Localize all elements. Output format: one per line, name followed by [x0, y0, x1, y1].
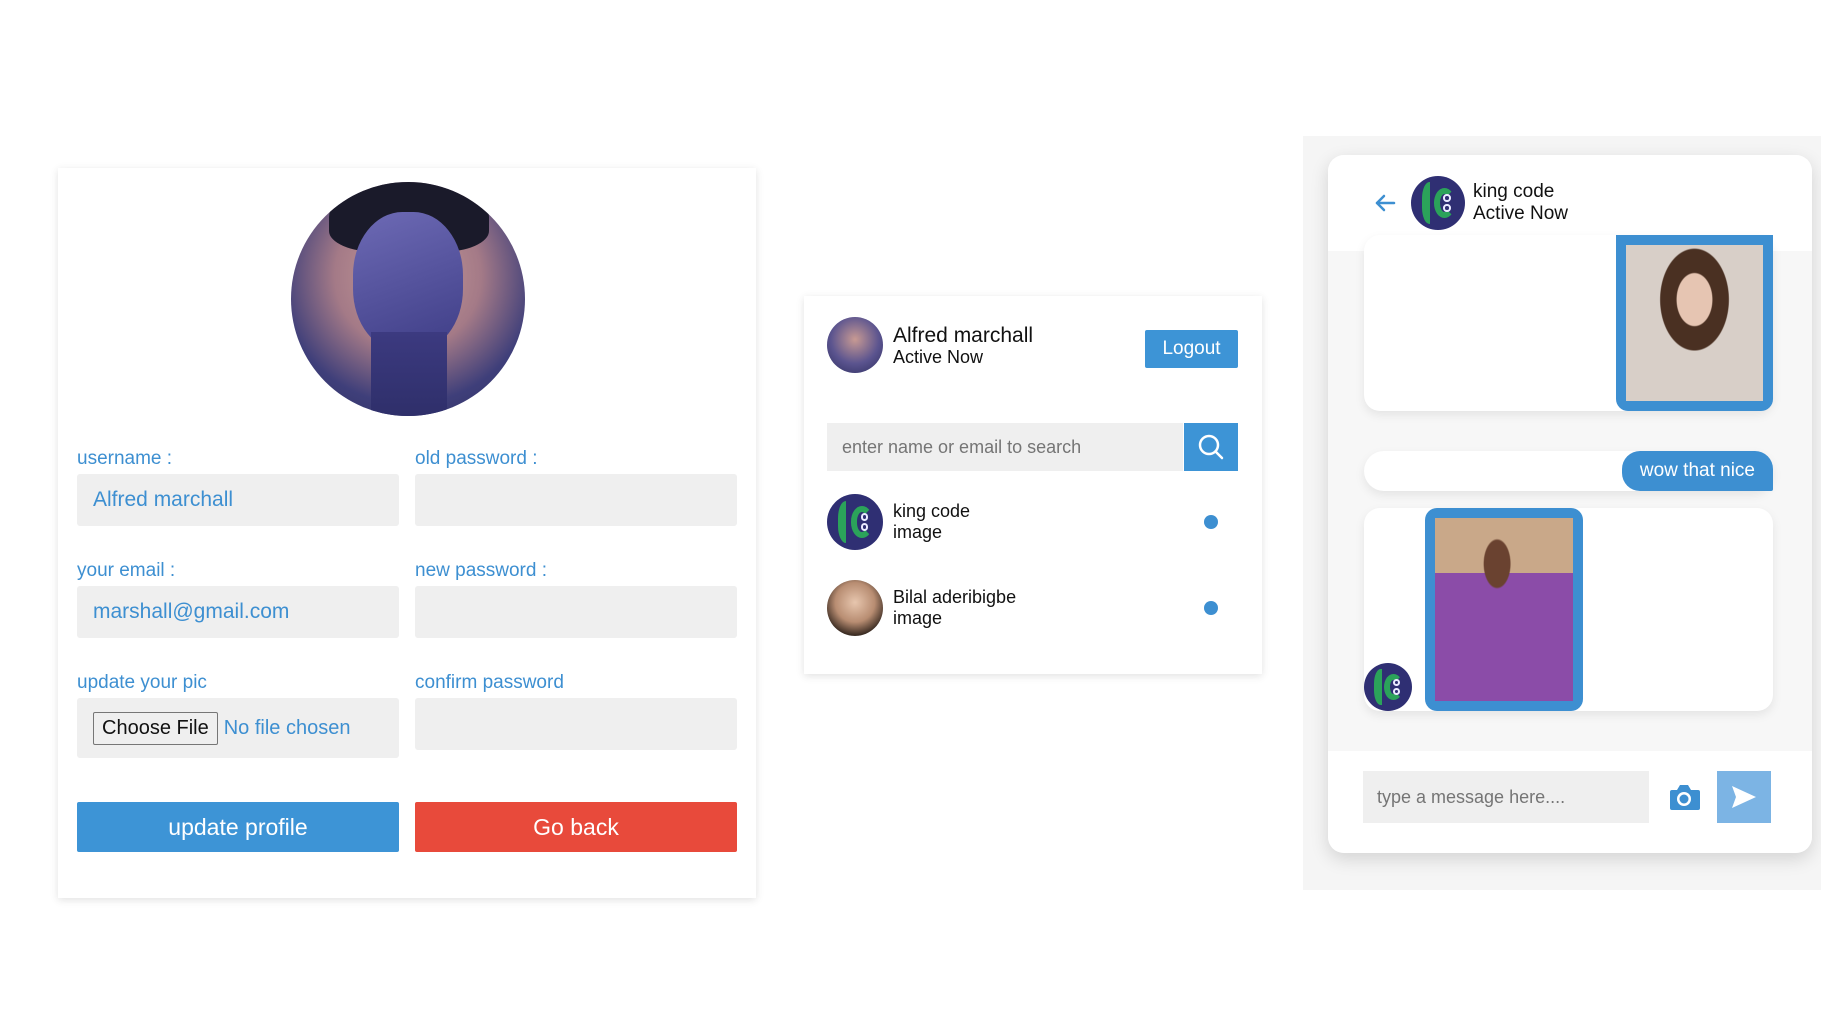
username-label: username : [77, 448, 173, 469]
chat-window: king code Active Now wow that nice [1328, 155, 1812, 853]
online-status-dot [1204, 601, 1218, 615]
old-password-label: old password : [415, 448, 538, 469]
list-item-name: Bilal aderibigbe [893, 587, 1017, 607]
new-password-input[interactable] [415, 586, 737, 638]
file-upload-field: Choose File No file chosen [77, 698, 399, 758]
chat-footer [1328, 751, 1812, 853]
chat-contact-avatar [1411, 176, 1465, 230]
no-file-text: No file chosen [223, 716, 351, 739]
confirm-password-input[interactable] [415, 698, 737, 750]
online-status-dot [1204, 515, 1218, 529]
list-item-message: image [893, 522, 943, 542]
users-list-card: Alfred marchall Active Now Logout king c… [804, 296, 1262, 674]
message-text: wow that nice [1621, 451, 1773, 491]
list-item-name: king code [893, 501, 971, 521]
profile-update-card: username : old password : your email : n… [58, 168, 756, 898]
chat-contact-name: king code [1473, 181, 1555, 202]
camera-icon[interactable] [1667, 782, 1701, 812]
update-pic-label: update your pic [77, 672, 207, 693]
bilal-avatar [827, 580, 883, 636]
current-user-avatar [827, 317, 883, 373]
search-input[interactable] [827, 423, 1183, 471]
chat-contact-status: Active Now [1473, 203, 1569, 224]
king-code-avatar [827, 494, 883, 550]
old-password-input[interactable] [415, 474, 737, 526]
profile-avatar [291, 182, 525, 416]
message-image[interactable] [1425, 508, 1583, 711]
incoming-image-message [1364, 508, 1773, 711]
message-input[interactable] [1363, 771, 1649, 823]
current-user-name: Alfred marchall [893, 324, 1034, 347]
confirm-password-label: confirm password [415, 672, 564, 693]
incoming-sender-avatar [1364, 663, 1412, 711]
outgoing-image-message [1364, 235, 1773, 411]
update-profile-button[interactable]: update profile [77, 802, 399, 852]
search-icon [1198, 434, 1224, 460]
current-user-status: Active Now [893, 347, 984, 367]
woman-photo [1626, 245, 1763, 401]
message-image[interactable] [1616, 235, 1773, 411]
go-back-button[interactable]: Go back [415, 802, 737, 852]
choose-file-button[interactable]: Choose File [93, 711, 218, 745]
list-item-message: image [893, 608, 943, 628]
outgoing-text-message: wow that nice [1364, 451, 1773, 491]
boy-photo [1435, 518, 1573, 701]
arrow-left-icon[interactable] [1374, 192, 1396, 214]
email-label: your email : [77, 560, 176, 581]
username-input[interactable] [77, 474, 399, 526]
search-button[interactable] [1184, 423, 1238, 471]
logout-button[interactable]: Logout [1145, 330, 1238, 368]
new-password-label: new password : [415, 560, 548, 581]
send-icon [1732, 786, 1756, 808]
send-button[interactable] [1717, 771, 1771, 823]
email-input[interactable] [77, 586, 399, 638]
